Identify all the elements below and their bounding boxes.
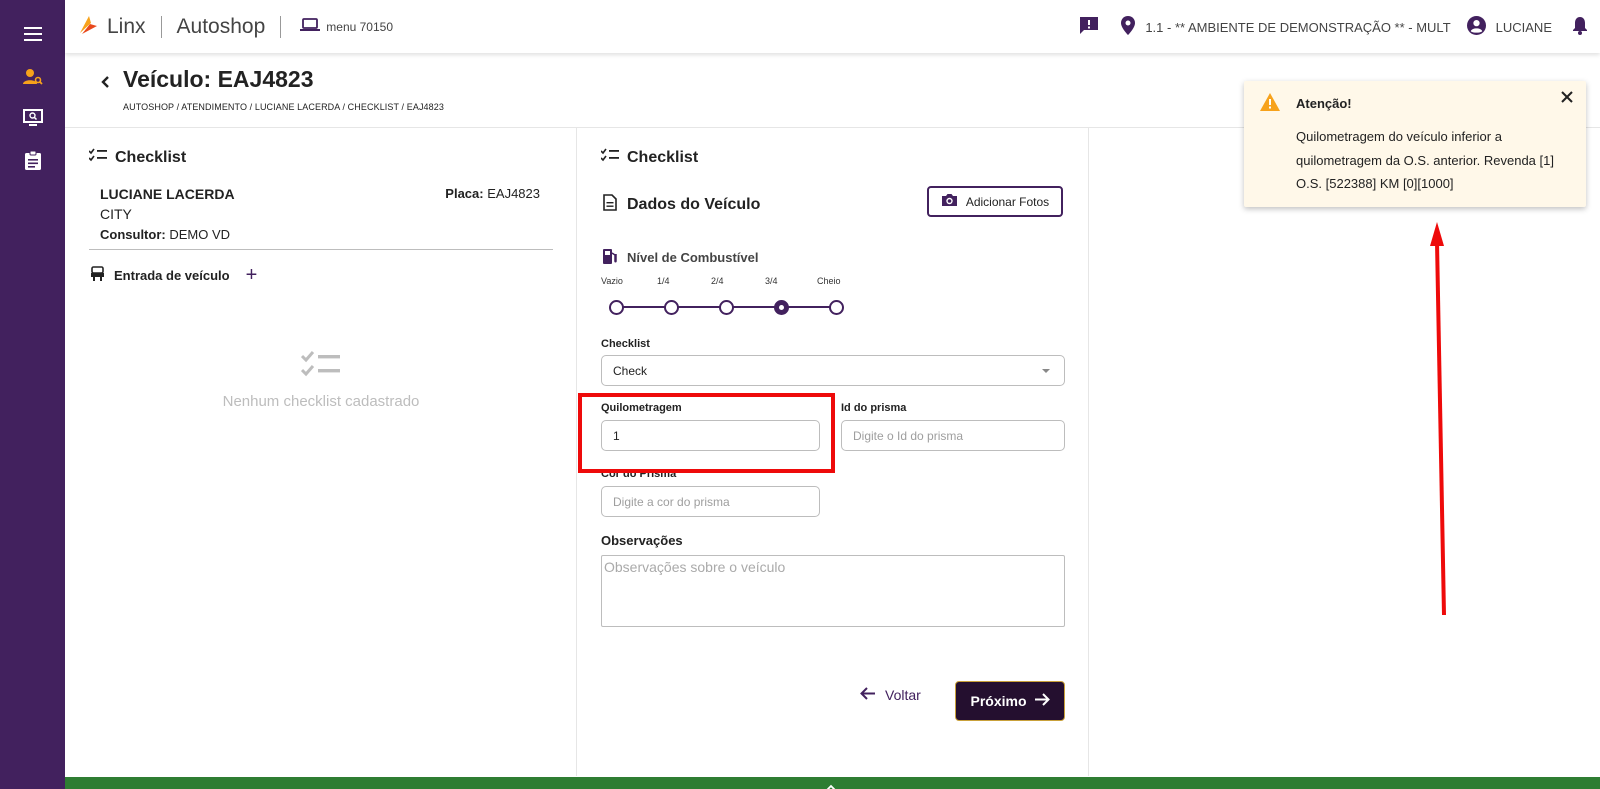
vehicle-form-panel: Checklist Dados do Veículo Adicionar Fot… <box>577 128 1089 776</box>
fuel-level-label: Nível de Combustível <box>627 250 759 265</box>
environment-selector[interactable]: 1.1 - ** AMBIENTE DE DEMONSTRAÇÃO ** - M… <box>1145 20 1450 35</box>
checklist-icon <box>600 148 619 167</box>
warning-icon <box>1259 92 1281 117</box>
location-pin-icon[interactable] <box>1121 16 1136 38</box>
next-label: Próximo <box>970 693 1027 709</box>
feedback-icon[interactable] <box>1079 16 1099 38</box>
prism-id-label: Id do prisma <box>841 402 907 414</box>
toast-title: Atenção! <box>1296 96 1352 111</box>
client-name: LUCIANE LACERDA <box>100 186 235 202</box>
warning-toast: Atenção! Quilometragem do veículo inferi… <box>1244 81 1586 207</box>
fuel-label-empty: Vazio <box>601 276 623 286</box>
consultant: Consultor: DEMO VD <box>100 227 230 242</box>
plate-label: Placa: <box>445 186 484 201</box>
checklist-select[interactable]: Check <box>601 355 1065 386</box>
consultant-value: DEMO VD <box>169 227 231 242</box>
empty-state: Nenhum checklist cadastrado <box>65 350 577 410</box>
checklist-icon <box>88 148 107 167</box>
menu-code: menu 70150 <box>326 20 394 34</box>
brand-name: Linx <box>107 15 146 38</box>
prism-color-label: Cor do Prisma <box>601 468 677 480</box>
bell-icon[interactable] <box>1572 16 1588 38</box>
back-label: Voltar <box>885 687 921 703</box>
top-bar: Linx Autoshop menu 70150 1.1 - ** AMBIEN… <box>65 0 1600 53</box>
toast-message: Quilometragem do veículo inferior a quil… <box>1296 129 1554 191</box>
fuel-label-three-quarter: 3/4 <box>765 276 778 286</box>
vehicle-entry-label: Entrada de veículo <box>114 267 230 283</box>
left-panel-title-label: Checklist <box>115 148 187 166</box>
add-photos-button[interactable]: Adicionar Fotos <box>927 186 1063 217</box>
page-title: Veículo: EAJ4823 <box>123 66 314 92</box>
checklist-field-label: Checklist <box>601 338 650 350</box>
laptop-icon <box>300 17 321 37</box>
plate: Placa: EAJ4823 <box>445 186 540 201</box>
monitor-search-icon[interactable] <box>0 104 65 132</box>
prism-id-input[interactable]: Digite o Id do prisma <box>841 420 1065 451</box>
observations-textarea[interactable]: Observações sobre o veículo <box>601 555 1065 627</box>
app-name: Autoshop <box>176 15 266 38</box>
linx-logo-icon <box>77 14 99 41</box>
checklist-select-value: Check <box>613 363 648 378</box>
back-chevron-icon[interactable] <box>100 73 110 94</box>
vehicle-data-title: Dados do Veículo <box>603 194 760 216</box>
plate-value: EAJ4823 <box>487 186 540 201</box>
consultant-label: Consultor: <box>100 227 166 242</box>
chevron-up-icon[interactable] <box>825 778 837 789</box>
top-right-area: 1.1 - ** AMBIENTE DE DEMONSTRAÇÃO ** - M… <box>1079 16 1588 38</box>
car-seat-icon <box>91 265 104 285</box>
brand-divider <box>280 16 282 38</box>
camera-icon <box>941 193 958 210</box>
add-photos-label: Adicionar Fotos <box>965 194 1050 209</box>
fuel-pump-icon <box>603 248 617 267</box>
brand-divider <box>160 16 162 38</box>
observations-label: Observações <box>601 533 683 548</box>
person-search-icon[interactable] <box>0 63 65 91</box>
add-vehicle-entry-icon[interactable]: + <box>246 265 258 285</box>
left-panel-title: Checklist <box>88 148 187 167</box>
form-panel-title-label: Checklist <box>627 148 699 166</box>
sidebar <box>0 0 65 789</box>
clipboard-icon[interactable] <box>0 146 65 174</box>
next-button[interactable]: Próximo <box>955 681 1065 721</box>
brand: Linx Autoshop menu 70150 <box>77 14 393 40</box>
bottom-bar <box>65 777 1600 789</box>
fuel-label-full: Cheio <box>817 276 841 286</box>
prism-color-input[interactable]: Digite a cor do prisma <box>601 486 820 517</box>
annotation-arrow <box>1430 222 1446 616</box>
close-icon[interactable] <box>1560 90 1574 109</box>
document-icon <box>603 194 617 216</box>
fuel-level-option[interactable] <box>829 300 844 315</box>
fuel-level-option[interactable] <box>609 300 624 315</box>
empty-message: Nenhum checklist cadastrado <box>222 393 420 410</box>
fuel-level-option[interactable] <box>719 300 734 315</box>
breadcrumb: AUTOSHOP / ATENDIMENTO / LUCIANE LACERDA… <box>123 102 444 112</box>
client-city: CITY <box>100 206 132 222</box>
fuel-level-title: Nível de Combustível <box>603 248 758 267</box>
arrow-left-icon <box>860 687 875 703</box>
vehicle-entry-row: Entrada de veículo + <box>91 265 257 285</box>
form-panel-title: Checklist <box>600 148 699 167</box>
fuel-label-quarter: 1/4 <box>657 276 670 286</box>
fuel-label-half: 2/4 <box>711 276 724 286</box>
left-panel: Checklist LUCIANE LACERDA CITY Consultor… <box>65 128 577 776</box>
divider <box>89 249 553 250</box>
mileage-label: Quilometragem <box>601 402 682 414</box>
user-name[interactable]: LUCIANE <box>1496 20 1552 35</box>
fuel-level-option[interactable] <box>774 300 789 315</box>
menu-icon[interactable] <box>0 20 65 48</box>
chevron-down-icon <box>1042 369 1050 373</box>
back-button[interactable]: Voltar <box>860 687 921 703</box>
checklist-empty-icon <box>300 351 341 384</box>
vehicle-data-label: Dados do Veículo <box>627 196 761 213</box>
mileage-input[interactable]: 1 <box>601 420 820 451</box>
arrow-right-icon <box>1034 693 1050 709</box>
account-icon[interactable] <box>1466 16 1486 38</box>
fuel-level-option[interactable] <box>664 300 679 315</box>
